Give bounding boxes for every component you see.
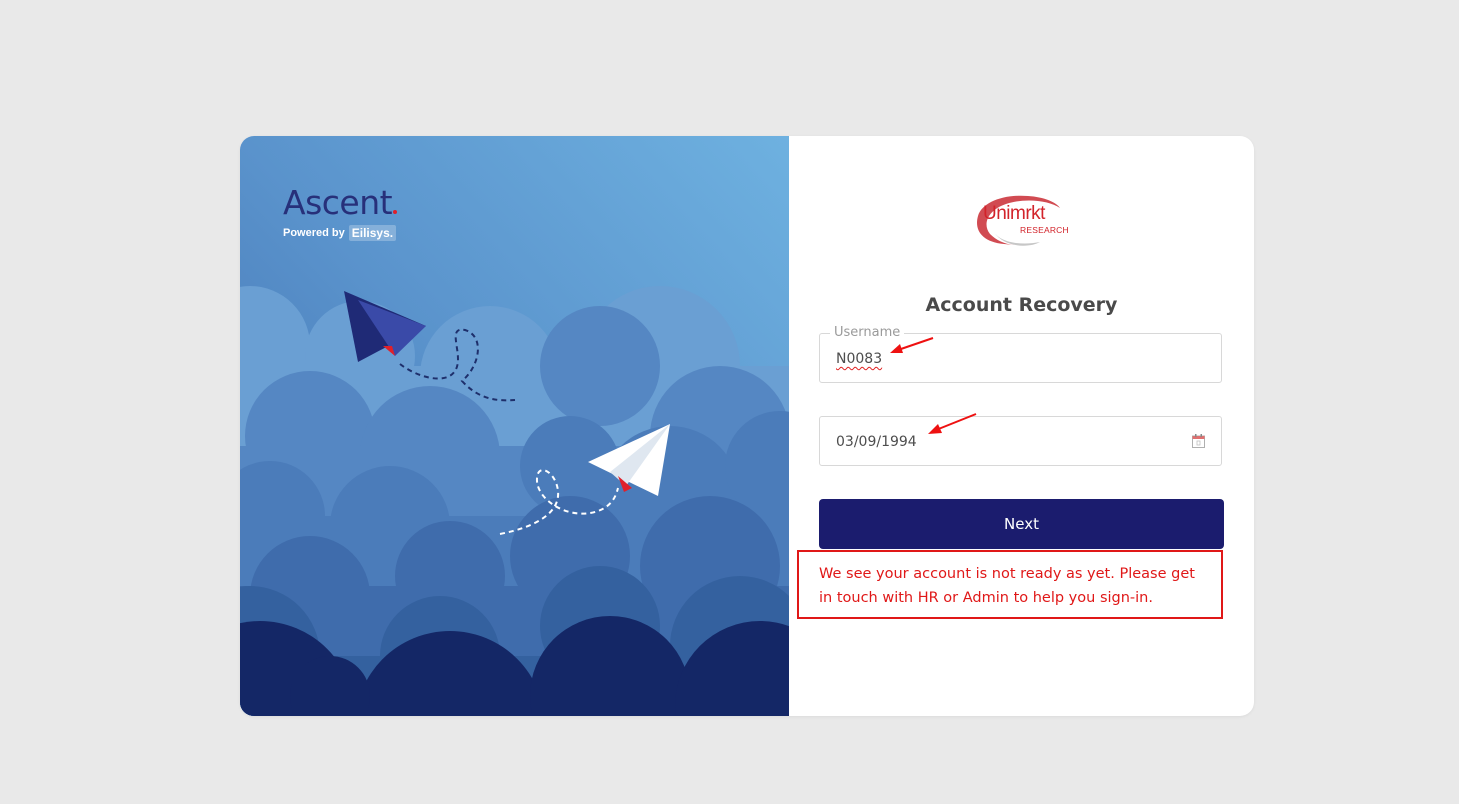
brand-dot <box>393 210 398 214</box>
page-title: Account Recovery <box>925 294 1118 316</box>
company-logo-sub: RESEARCH <box>1020 225 1069 235</box>
powered-company: Eilisys. <box>348 225 397 241</box>
brand-name: Ascent <box>283 183 398 222</box>
company-logo-name: Unimrkt <box>983 203 1045 224</box>
date-of-birth-field[interactable]: 03/09/1994 <box>819 416 1222 466</box>
login-card: Ascent Powered by Eilisys. Unimrkt RESEA… <box>240 136 1254 716</box>
next-button[interactable]: Next <box>819 499 1224 549</box>
illustration-panel: Ascent Powered by Eilisys. <box>240 136 789 716</box>
brand-name-text: Ascent <box>283 183 393 222</box>
username-value[interactable]: N0083 <box>836 351 882 367</box>
company-logo: Unimrkt RESEARCH <box>974 192 1069 248</box>
powered-by: Powered by Eilisys. <box>283 225 397 241</box>
form-panel: Unimrkt RESEARCH Account Recovery Userna… <box>789 136 1254 716</box>
powered-by-label: Powered by <box>283 227 345 239</box>
date-of-birth-value[interactable]: 03/09/1994 <box>836 434 917 450</box>
ascent-brand: Ascent Powered by Eilisys. <box>283 183 398 241</box>
username-field[interactable]: Username N0083 <box>819 325 1222 383</box>
username-label: Username <box>830 325 905 340</box>
error-message: We see your account is not ready as yet.… <box>797 550 1223 619</box>
calendar-icon[interactable] <box>1192 434 1205 448</box>
